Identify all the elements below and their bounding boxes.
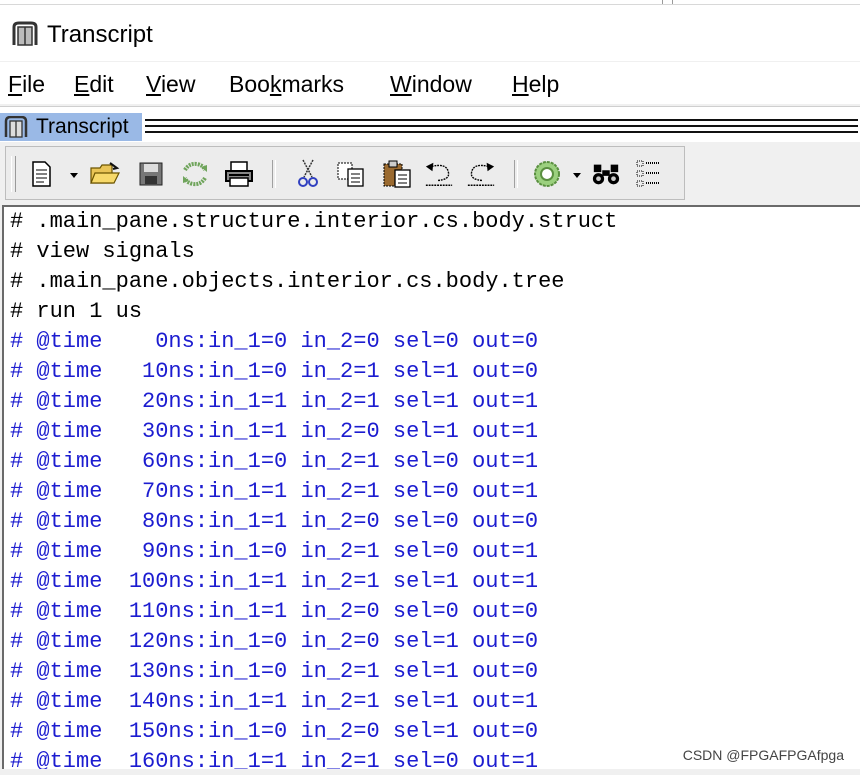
transcript-line: # @time 10ns:in_1=0 in_2=1 sel=1 out=0 [10,359,539,384]
copy-icon[interactable] [336,159,366,189]
strip-tick [672,0,673,4]
format-icon[interactable] [634,159,664,189]
transcript-line: # @time 0ns:in_1=0 in_2=0 sel=0 out=0 [10,329,539,354]
redo-icon[interactable] [466,159,496,189]
window-bottom-edge [0,769,860,775]
open-folder-icon[interactable] [90,159,120,189]
transcript-line: # @time 130ns:in_1=0 in_2=1 sel=1 out=0 [10,659,539,684]
menu-bookmarks[interactable]: Bookmarks [229,70,344,98]
grip-line [145,131,858,133]
standard-toolbar [5,146,685,200]
undo-icon[interactable] [424,159,454,189]
cut-icon[interactable] [293,159,323,189]
new-dropdown-arrow[interactable] [70,173,78,178]
transcript-lines: # .main_pane.structure.interior.cs.body.… [10,207,617,769]
menu-window-mnemonic: W [390,71,412,97]
watermark-label: CSDN @FPGAFPGAfpga [680,747,846,763]
transcript-line: # view signals [10,239,195,264]
transcript-book-icon [3,115,29,138]
save-icon[interactable] [136,159,166,189]
transcript-line: # @time 160ns:in_1=1 in_2=1 sel=0 out=1 [10,749,539,769]
transcript-line: # @time 70ns:in_1=1 in_2=1 sel=0 out=1 [10,479,539,504]
toolbar-area [0,142,860,204]
transcript-line: # @time 90ns:in_1=0 in_2=1 sel=0 out=1 [10,539,539,564]
strip-tick [662,0,663,4]
find-icon[interactable] [591,159,621,189]
transcript-book-icon [11,21,39,47]
pane-header: Transcript [0,106,860,143]
transcript-line: # @time 60ns:in_1=0 in_2=1 sel=0 out=1 [10,449,539,474]
transcript-line: # @time 30ns:in_1=1 in_2=0 sel=1 out=1 [10,419,539,444]
menu-help-mnemonic: H [512,71,529,97]
reload-icon[interactable] [180,159,210,189]
grip-line [145,119,858,121]
pane-title: Transcript [36,115,129,138]
menu-view[interactable]: View [146,70,195,98]
compile-dropdown-arrow[interactable] [573,173,581,178]
menu-bookmarks-mnemonic: k [269,71,282,97]
transcript-line: # @time 100ns:in_1=1 in_2=1 sel=1 out=1 [10,569,539,594]
toolbar-separator [514,160,518,188]
menu-edit[interactable]: Edit [74,70,114,98]
menu-window[interactable]: Window [390,70,472,98]
toolbar-separator [272,160,276,188]
new-document-icon[interactable] [26,159,56,189]
pane-drag-handle[interactable] [145,119,858,134]
menu-file[interactable]: File [8,70,45,98]
menu-help[interactable]: Help [512,70,559,98]
transcript-line: # .main_pane.structure.interior.cs.body.… [10,209,618,234]
transcript-line: # .main_pane.objects.interior.cs.body.tr… [10,269,565,294]
menu-bar: File Edit View Bookmarks Window Help [0,62,860,104]
transcript-line: # @time 120ns:in_1=0 in_2=0 sel=1 out=0 [10,629,539,654]
window-titlebar[interactable]: Transcript [0,5,860,61]
menu-view-mnemonic: V [146,71,161,97]
menu-file-mnemonic: F [8,71,23,97]
transcript-line: # @time 20ns:in_1=1 in_2=1 sel=1 out=1 [10,389,539,414]
transcript-line: # @time 80ns:in_1=1 in_2=0 sel=0 out=0 [10,509,539,534]
pane-tab-transcript[interactable]: Transcript [0,113,142,141]
toolbar-drag-handle[interactable] [11,156,16,192]
print-icon[interactable] [224,159,254,189]
compile-icon[interactable] [532,159,562,189]
grip-line [145,125,858,127]
window-title: Transcript [47,21,153,48]
transcript-line: # @time 110ns:in_1=1 in_2=0 sel=0 out=0 [10,599,539,624]
paste-icon[interactable] [382,159,412,189]
transcript-console[interactable]: # .main_pane.structure.interior.cs.body.… [2,205,860,769]
transcript-line: # @time 150ns:in_1=0 in_2=0 sel=1 out=0 [10,719,539,744]
transcript-line: # @time 140ns:in_1=1 in_2=1 sel=1 out=1 [10,689,539,714]
menu-edit-mnemonic: E [74,71,90,97]
transcript-line: # run 1 us [10,299,143,324]
